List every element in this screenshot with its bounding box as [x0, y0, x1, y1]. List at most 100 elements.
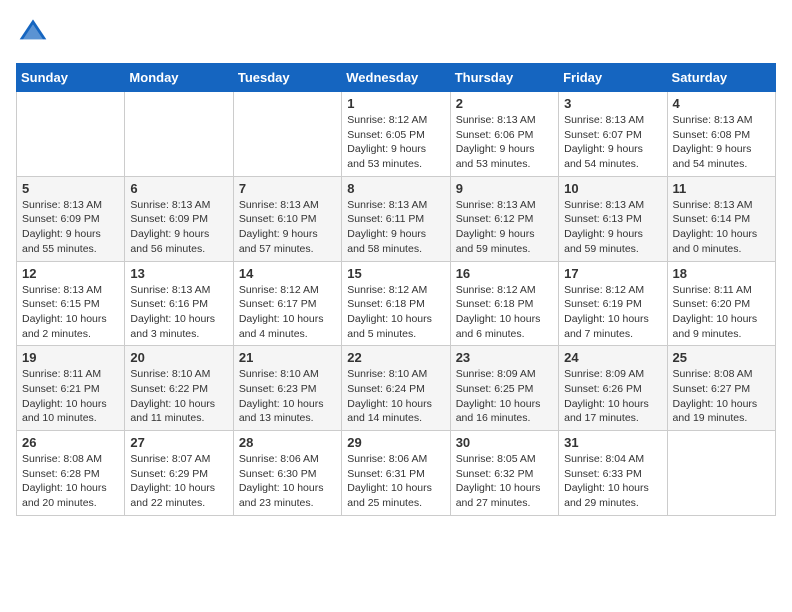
- day-info: Sunrise: 8:06 AM Sunset: 6:31 PM Dayligh…: [347, 452, 444, 511]
- day-info: Sunrise: 8:10 AM Sunset: 6:23 PM Dayligh…: [239, 367, 336, 426]
- day-info: Sunrise: 8:05 AM Sunset: 6:32 PM Dayligh…: [456, 452, 553, 511]
- calendar-cell: 23 Sunrise: 8:09 AM Sunset: 6:25 PM Dayli…: [450, 346, 558, 431]
- calendar-cell: 3 Sunrise: 8:13 AM Sunset: 6:07 PM Daylig…: [559, 92, 667, 177]
- calendar-cell: [17, 92, 125, 177]
- day-number: 27: [130, 435, 227, 450]
- calendar-cell: 9 Sunrise: 8:13 AM Sunset: 6:12 PM Daylig…: [450, 176, 558, 261]
- calendar-cell: 17 Sunrise: 8:12 AM Sunset: 6:19 PM Dayli…: [559, 261, 667, 346]
- day-info: Sunrise: 8:12 AM Sunset: 6:18 PM Dayligh…: [456, 283, 553, 342]
- day-info: Sunrise: 8:13 AM Sunset: 6:07 PM Dayligh…: [564, 113, 661, 172]
- week-row-3: 12 Sunrise: 8:13 AM Sunset: 6:15 PM Dayli…: [17, 261, 776, 346]
- week-row-4: 19 Sunrise: 8:11 AM Sunset: 6:21 PM Dayli…: [17, 346, 776, 431]
- calendar-cell: 19 Sunrise: 8:11 AM Sunset: 6:21 PM Dayli…: [17, 346, 125, 431]
- day-number: 1: [347, 96, 444, 111]
- weekday-header-monday: Monday: [125, 64, 233, 92]
- calendar-cell: 8Sunrise: 8:13 AM Sunset: 6:11 PM Daylig…: [342, 176, 450, 261]
- day-info: Sunrise: 8:09 AM Sunset: 6:26 PM Dayligh…: [564, 367, 661, 426]
- day-info: Sunrise: 8:13 AM Sunset: 6:10 PM Dayligh…: [239, 198, 336, 257]
- calendar-cell: 10 Sunrise: 8:13 AM Sunset: 6:13 PM Dayli…: [559, 176, 667, 261]
- weekday-header-sunday: Sunday: [17, 64, 125, 92]
- week-row-1: 1 Sunrise: 8:12 AM Sunset: 6:05 PM Daylig…: [17, 92, 776, 177]
- day-number: 21: [239, 350, 336, 365]
- day-info: Sunrise: 8:10 AM Sunset: 6:24 PM Dayligh…: [347, 367, 444, 426]
- day-info: Sunrise: 8:13 AM Sunset: 6:09 PM Dayligh…: [22, 198, 119, 257]
- day-info: Sunrise: 8:10 AM Sunset: 6:22 PM Dayligh…: [130, 367, 227, 426]
- calendar-cell: 7 Sunrise: 8:13 AM Sunset: 6:10 PM Daylig…: [233, 176, 341, 261]
- day-number: 26: [22, 435, 119, 450]
- day-info: Sunrise: 8:08 AM Sunset: 6:27 PM Dayligh…: [673, 367, 770, 426]
- day-info: Sunrise: 8:12 AM Sunset: 6:17 PM Dayligh…: [239, 283, 336, 342]
- day-number: 2: [456, 96, 553, 111]
- day-number: 28: [239, 435, 336, 450]
- day-number: 25: [673, 350, 770, 365]
- day-number: 4: [673, 96, 770, 111]
- day-number: 7: [239, 181, 336, 196]
- calendar-cell: 28 Sunrise: 8:06 AM Sunset: 6:30 PM Dayli…: [233, 431, 341, 516]
- day-number: 17: [564, 266, 661, 281]
- day-number: 6: [130, 181, 227, 196]
- day-info: Sunrise: 8:09 AM Sunset: 6:25 PM Dayligh…: [456, 367, 553, 426]
- calendar-cell: 26Sunrise: 8:08 AM Sunset: 6:28 PM Dayli…: [17, 431, 125, 516]
- day-info: Sunrise: 8:13 AM Sunset: 6:13 PM Dayligh…: [564, 198, 661, 257]
- day-number: 10: [564, 181, 661, 196]
- day-number: 12: [22, 266, 119, 281]
- day-info: Sunrise: 8:04 AM Sunset: 6:33 PM Dayligh…: [564, 452, 661, 511]
- calendar-cell: 29 Sunrise: 8:06 AM Sunset: 6:31 PM Dayli…: [342, 431, 450, 516]
- page-header: [16, 16, 776, 51]
- day-info: Sunrise: 8:06 AM Sunset: 6:30 PM Dayligh…: [239, 452, 336, 511]
- day-number: 16: [456, 266, 553, 281]
- calendar-cell: 25 Sunrise: 8:08 AM Sunset: 6:27 PM Dayli…: [667, 346, 775, 431]
- day-number: 8: [347, 181, 444, 196]
- logo: [16, 16, 48, 51]
- calendar-cell: 20Sunrise: 8:10 AM Sunset: 6:22 PM Dayli…: [125, 346, 233, 431]
- day-number: 3: [564, 96, 661, 111]
- calendar-cell: 2 Sunrise: 8:13 AM Sunset: 6:06 PM Daylig…: [450, 92, 558, 177]
- calendar-cell: 27Sunrise: 8:07 AM Sunset: 6:29 PM Dayli…: [125, 431, 233, 516]
- calendar-cell: 13 Sunrise: 8:13 AM Sunset: 6:16 PM Dayli…: [125, 261, 233, 346]
- day-number: 29: [347, 435, 444, 450]
- day-number: 30: [456, 435, 553, 450]
- day-number: 23: [456, 350, 553, 365]
- day-info: Sunrise: 8:13 AM Sunset: 6:14 PM Dayligh…: [673, 198, 770, 257]
- day-info: Sunrise: 8:11 AM Sunset: 6:20 PM Dayligh…: [673, 283, 770, 342]
- day-number: 11: [673, 181, 770, 196]
- calendar-cell: 11 Sunrise: 8:13 AM Sunset: 6:14 PM Dayli…: [667, 176, 775, 261]
- day-info: Sunrise: 8:13 AM Sunset: 6:06 PM Dayligh…: [456, 113, 553, 172]
- calendar-cell: 6Sunrise: 8:13 AM Sunset: 6:09 PM Daylig…: [125, 176, 233, 261]
- day-info: Sunrise: 8:13 AM Sunset: 6:16 PM Dayligh…: [130, 283, 227, 342]
- day-number: 24: [564, 350, 661, 365]
- day-info: Sunrise: 8:12 AM Sunset: 6:05 PM Dayligh…: [347, 113, 444, 172]
- calendar-cell: 31Sunrise: 8:04 AM Sunset: 6:33 PM Dayli…: [559, 431, 667, 516]
- day-info: Sunrise: 8:11 AM Sunset: 6:21 PM Dayligh…: [22, 367, 119, 426]
- day-info: Sunrise: 8:13 AM Sunset: 6:12 PM Dayligh…: [456, 198, 553, 257]
- weekday-header-wednesday: Wednesday: [342, 64, 450, 92]
- day-number: 13: [130, 266, 227, 281]
- day-number: 19: [22, 350, 119, 365]
- calendar-cell: 15Sunrise: 8:12 AM Sunset: 6:18 PM Dayli…: [342, 261, 450, 346]
- calendar-cell: 22Sunrise: 8:10 AM Sunset: 6:24 PM Dayli…: [342, 346, 450, 431]
- weekday-header-thursday: Thursday: [450, 64, 558, 92]
- weekday-header-saturday: Saturday: [667, 64, 775, 92]
- logo-icon: [18, 16, 48, 46]
- calendar-cell: 14 Sunrise: 8:12 AM Sunset: 6:17 PM Dayli…: [233, 261, 341, 346]
- calendar-cell: [125, 92, 233, 177]
- day-number: 14: [239, 266, 336, 281]
- calendar-cell: 5 Sunrise: 8:13 AM Sunset: 6:09 PM Daylig…: [17, 176, 125, 261]
- calendar-cell: 30 Sunrise: 8:05 AM Sunset: 6:32 PM Dayli…: [450, 431, 558, 516]
- week-row-2: 5 Sunrise: 8:13 AM Sunset: 6:09 PM Daylig…: [17, 176, 776, 261]
- calendar-cell: [667, 431, 775, 516]
- day-info: Sunrise: 8:13 AM Sunset: 6:15 PM Dayligh…: [22, 283, 119, 342]
- weekday-header-row: SundayMondayTuesdayWednesdayThursdayFrid…: [17, 64, 776, 92]
- calendar-cell: 12 Sunrise: 8:13 AM Sunset: 6:15 PM Dayli…: [17, 261, 125, 346]
- calendar-cell: 1 Sunrise: 8:12 AM Sunset: 6:05 PM Daylig…: [342, 92, 450, 177]
- calendar: SundayMondayTuesdayWednesdayThursdayFrid…: [16, 63, 776, 516]
- calendar-cell: [233, 92, 341, 177]
- day-number: 15: [347, 266, 444, 281]
- day-info: Sunrise: 8:12 AM Sunset: 6:19 PM Dayligh…: [564, 283, 661, 342]
- calendar-cell: 4 Sunrise: 8:13 AM Sunset: 6:08 PM Daylig…: [667, 92, 775, 177]
- day-info: Sunrise: 8:13 AM Sunset: 6:08 PM Dayligh…: [673, 113, 770, 172]
- calendar-cell: 18Sunrise: 8:11 AM Sunset: 6:20 PM Dayli…: [667, 261, 775, 346]
- day-number: 5: [22, 181, 119, 196]
- week-row-5: 26Sunrise: 8:08 AM Sunset: 6:28 PM Dayli…: [17, 431, 776, 516]
- day-number: 9: [456, 181, 553, 196]
